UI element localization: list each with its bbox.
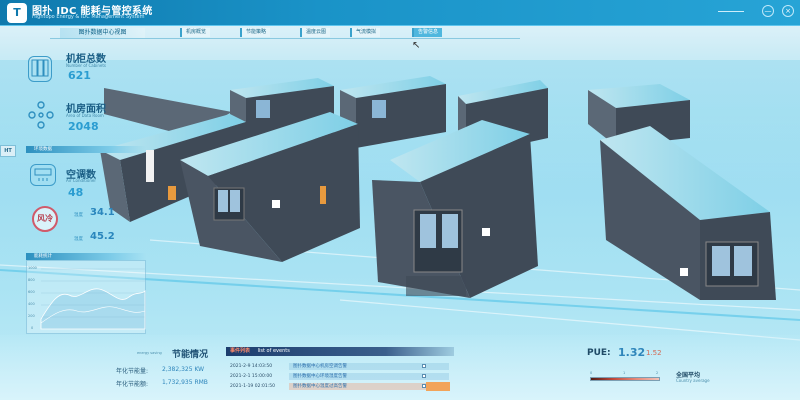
ht-toggle-button[interactable]: HT — [0, 145, 16, 157]
pue-label: PUE: — [587, 348, 611, 358]
pue-compare-value: 1.52 — [646, 349, 662, 357]
temp2-label: 温度 — [74, 237, 83, 242]
area-sub: Area of Data Room — [66, 113, 104, 118]
event-row[interactable]: 2021-2-9 14:03:50 图扑数据中心机房空调告警 — [226, 362, 454, 371]
event-alert-tag — [426, 382, 450, 391]
event-time: 2021-2-1 15:00:00 — [230, 374, 273, 379]
chart-tick: 200 — [28, 314, 35, 318]
temp1-label: 温度 — [74, 213, 83, 218]
energy-chart: 1000 800 600 400 200 0 — [26, 260, 146, 334]
wind-cooling-badge: 风冷 — [32, 206, 58, 232]
events-title: 事件列表 — [230, 348, 251, 354]
area-icon — [28, 100, 54, 130]
air-conditioner-icon — [30, 164, 56, 186]
temp2-value: 45.2 — [90, 231, 115, 242]
ac-value: 48 — [68, 186, 84, 199]
cabinets-value: 621 — [68, 69, 91, 82]
nav-current-view[interactable]: 图扑数据中心视图 — [60, 28, 145, 38]
app-subtitle: Hightopo Energy & IDC Management System — [32, 14, 145, 20]
energy-saving-title: 节能情况 — [172, 350, 209, 360]
pue-tick: 2 — [656, 371, 659, 375]
event-row[interactable]: 2021-2-1 15:00:00 图扑数据中心环境湿度告警 — [226, 372, 454, 381]
cabinets-sub: Number of Cabinets — [66, 63, 107, 68]
pue-tick: 1 — [623, 371, 626, 375]
energy-saved-value: 2,382,325 KW — [162, 366, 205, 373]
header-divider — [718, 11, 744, 12]
close-icon[interactable]: × — [782, 5, 794, 17]
window-controls: — × — [762, 5, 794, 17]
pue-gauge-track — [590, 377, 660, 381]
app-logo: T — [7, 3, 27, 23]
country-average-sub: Country average — [676, 378, 710, 383]
tab-overview[interactable]: 机房概览 — [180, 28, 211, 37]
event-text: 图扑数据中心环境湿度告警 — [293, 374, 347, 379]
tab-temperature-map[interactable]: 温度云图 — [300, 28, 331, 37]
mouse-cursor-icon: ↖ — [412, 40, 421, 51]
pue-value: 1.32 — [618, 346, 646, 359]
temp1-value: 34.1 — [90, 207, 115, 218]
chart-tick: 800 — [28, 278, 35, 282]
area-value: 2048 — [68, 120, 99, 133]
tab-energy-strategy[interactable]: 节能策略 — [240, 28, 271, 37]
event-checkbox[interactable] — [422, 364, 426, 368]
event-text: 图扑数据中心机房空调告警 — [293, 364, 347, 369]
events-panel: 事件列表 list of events 2021-2-9 14:03:50 图扑… — [226, 347, 454, 400]
pue-tick: 0 — [590, 371, 593, 375]
chart-tick: 1000 — [28, 266, 37, 270]
cabinet-icon — [28, 56, 52, 82]
energy-sub: energy saving — [137, 351, 162, 355]
event-time: 2021-2-9 14:03:50 — [230, 364, 273, 369]
events-sub: list of events — [257, 348, 290, 354]
energy-stats-bar: 能耗统计 — [26, 253, 146, 260]
chart-tick: 0 — [31, 326, 34, 330]
cost-saved-value: 1,732,935 RMB — [162, 379, 208, 386]
event-time: 2021-1-19 02:01:50 — [230, 384, 275, 389]
energy-saved-label: 年化节能量: — [116, 368, 149, 375]
event-checkbox[interactable] — [422, 374, 426, 378]
minimize-icon[interactable]: — — [762, 5, 774, 17]
tab-airflow[interactable]: 气流模拟 — [350, 28, 381, 37]
cost-saved-label: 年化节能额: — [116, 381, 149, 388]
events-header: 事件列表 list of events — [226, 347, 454, 356]
chart-tick: 600 — [28, 290, 35, 294]
tab-alarms[interactable]: 告警信息 — [412, 28, 443, 37]
event-text: 图扑数据中心温度过高告警 — [293, 384, 347, 389]
chart-tick: 400 — [28, 302, 35, 306]
env-data-bar: 环境数据 — [26, 146, 146, 153]
event-row[interactable]: 2021-1-19 02:01:50 图扑数据中心温度过高告警 — [226, 382, 454, 391]
ac-sub: Air Conditioner — [66, 178, 96, 183]
